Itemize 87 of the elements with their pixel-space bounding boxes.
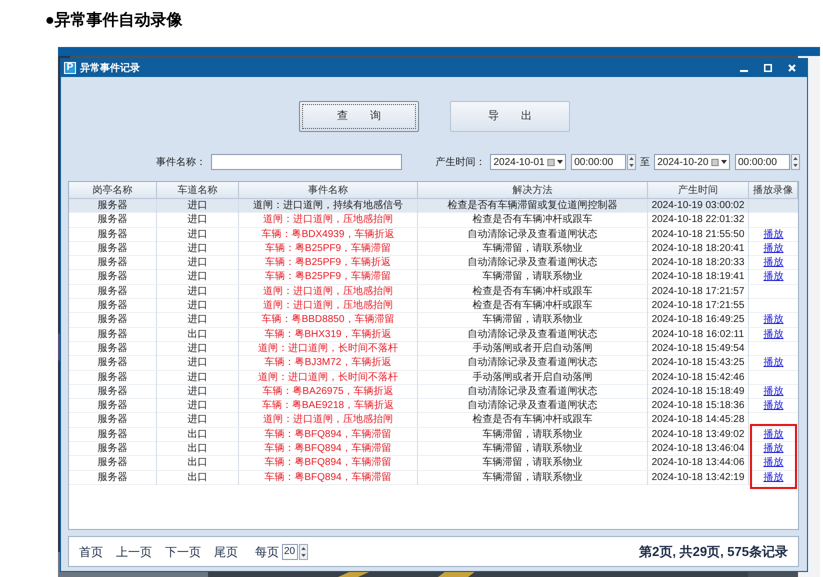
table-cell: 道闸：进口道闸，压地感抬闸 — [239, 213, 418, 228]
table-row[interactable]: 服务器 出口 车辆：粤BFQ894，车辆滞留 车辆滞留，请联系物业 2024-10-18 13:49:02 播放 — [69, 428, 798, 442]
table-row[interactable]: 服务器 出口 车辆：粤BFQ894，车辆滞留 车辆滞留，请联系物业 2024-10-18 13:44:06 播放 — [69, 456, 798, 471]
table-row[interactable]: 服务器 进口 车辆：粤BA26975，车辆折返 自动清除记录及查看道闸状态 2024-10-18 15:18:49 播放 — [69, 384, 798, 400]
table-cell: 出口 — [157, 456, 239, 470]
app-logo: P — [64, 62, 76, 74]
table-row[interactable]: 服务器 出口 车辆：粤BFQ894，车辆滞留 车辆滞留，请联系物业 2024-10-18 13:42:19 播放 — [69, 470, 798, 485]
table-cell: 进口 — [157, 413, 239, 428]
table-cell: 车辆：粤BBD8850，车辆滞留 — [239, 313, 418, 328]
table-cell: 服务器 — [69, 213, 157, 228]
export-button[interactable]: 导 出 — [450, 101, 570, 132]
table-cell: 检查是否有车辆冲杆或跟车 — [418, 213, 648, 228]
table-row[interactable]: 服务器 进口 车辆：粤B25PF9，车辆折返 自动清除记录及查看道闸状态 2024-10-18 18:20:33 播放 — [69, 256, 798, 270]
table-row[interactable]: 服务器 出口 车辆：粤BHX319，车辆折返 自动清除记录及查看道闸状态 2024-10-18 16:02:11 播放 — [69, 328, 798, 342]
table-cell: 车辆滞留，请联系物业 — [418, 470, 648, 485]
table-row[interactable]: 服务器 进口 道闸：进口道闸，压地感抬闸 检查是否有车辆冲杆或跟车 2024-10-18 14:45:28 — [69, 413, 798, 428]
play-link[interactable]: 播放 — [764, 314, 784, 326]
date-picker[interactable]: 2024-10-01 — [490, 154, 566, 170]
table-cell: 2024-10-18 13:42:19 — [648, 470, 749, 485]
table-cell: 2024-10-18 15:43:25 — [648, 356, 749, 370]
event-name-label: 事件名称： — [154, 156, 206, 170]
table-cell: 2024-10-18 16:49:25 — [648, 313, 749, 328]
play-link[interactable]: 播放 — [764, 428, 784, 441]
table-row[interactable]: 服务器 进口 道闸：进口道闸，持续有地感信号 检查是否有车辆滞留或复位道闸控制器 2024-10-19 03:00:02 — [69, 199, 798, 214]
table-cell: 自动清除记录及查看道闸状态 — [418, 356, 648, 370]
table-cell: 进口 — [157, 313, 239, 328]
table-cell: 服务器 — [69, 313, 157, 328]
table-cell: 进口 — [157, 356, 239, 370]
table-row[interactable]: 服务器 进口 车辆：粤BJ3M72，车辆折返 自动清除记录及查看道闸状态 2024-10-18 15:43:25 播放 — [69, 356, 798, 371]
table-cell: 车辆滞留，请联系物业 — [418, 456, 648, 470]
table-row[interactable]: 服务器 进口 车辆：粤B25PF9，车辆滞留 车辆滞留，请联系物业 2024-10-18 18:19:41 播放 — [69, 270, 798, 285]
date-picker[interactable]: 2024-10-20 — [654, 154, 730, 170]
play-link[interactable]: 播放 — [764, 271, 784, 284]
table-row[interactable]: 服务器 进口 车辆：粤BDX4939，车辆折返 自动清除记录及查看道闸状态 2024-10-18 21:55:50 播放 — [69, 228, 798, 242]
table-row[interactable]: 服务器 进口 车辆：粤B25PF9，车辆滞留 车辆滞留，请联系物业 2024-10-18 18:20:41 播放 — [69, 242, 798, 256]
play-link[interactable]: 播放 — [764, 472, 784, 484]
table-cell: 检查是否有车辆冲杆或跟车 — [418, 413, 648, 428]
table-row[interactable]: 服务器 出口 车辆：粤BFQ894，车辆滞留 车辆滞留，请联系物业 2024-10-18 13:46:04 播放 — [69, 442, 798, 456]
table-cell: 道闸：进口道闸，压地感抬闸 — [239, 413, 418, 428]
time-label: 产生时间： — [436, 156, 487, 170]
table-row[interactable]: 服务器 进口 道闸：进口道闸，长时间不落杆 手动落闸或者开启自动落闸 2024-10-18 15:49:54 — [69, 342, 798, 356]
table-cell: 服务器 — [69, 456, 157, 470]
page-summary: 第2页, 共29页, 575条记录 — [639, 542, 788, 561]
table-cell: 车辆：粤B25PF9，车辆滞留 — [239, 270, 418, 284]
table-cell: 服务器 — [69, 470, 157, 485]
play-link[interactable]: 播放 — [764, 257, 784, 270]
to-label: 至 — [640, 156, 650, 170]
pager-link[interactable]: 下一页 — [165, 542, 201, 560]
table-cell: 进口 — [157, 213, 239, 228]
table-row[interactable]: 服务器 进口 车辆：粤BAE9218，车辆折返 自动清除记录及查看道闸状态 2024-10-18 15:18:36 播放 — [69, 399, 798, 414]
query-button[interactable]: 查 询 — [299, 101, 419, 132]
play-link[interactable]: 播放 — [764, 400, 784, 412]
table-cell: 进口 — [157, 270, 239, 284]
table-cell: 车辆滞留，请联系物业 — [418, 270, 648, 284]
table-cell: 2024-10-18 14:45:28 — [648, 413, 749, 428]
table-cell: 服务器 — [69, 356, 157, 370]
table-row[interactable]: 服务器 进口 车辆：粤BBD8850，车辆滞留 车辆滞留，请联系物业 2024-10-18 16:49:25 播放 — [69, 313, 798, 328]
table-row[interactable]: 服务器 进口 道闸：进口道闸，长时间不落杆 手动落闸或者开启自动落闸 2024-10-18 15:42:46 — [69, 370, 798, 385]
play-link[interactable]: 播放 — [764, 443, 784, 456]
pager-link[interactable]: 首页 — [79, 542, 103, 560]
play-link[interactable]: 播放 — [764, 457, 784, 470]
section-heading: ●异常事件自动录像 — [45, 12, 183, 29]
window-title: 异常事件记录 — [80, 62, 141, 76]
table-cell: 出口 — [157, 470, 239, 485]
play-link[interactable]: 播放 — [764, 357, 784, 370]
table-row[interactable]: 服务器 进口 道闸：进口道闸，压地感抬闸 检查是否有车辆冲杆或跟车 2024-10-18 17:21:57 — [69, 284, 798, 300]
table-cell: 服务器 — [69, 413, 157, 428]
table-cell: 2024-10-18 18:19:41 — [648, 270, 749, 284]
per-page-label: 每页 — [255, 544, 279, 560]
table-cell: 车辆：粤BJ3M72，车辆折返 — [239, 356, 418, 370]
play-link[interactable]: 播放 — [764, 242, 784, 255]
per-page-field[interactable]: 20 — [282, 544, 298, 560]
table-row[interactable]: 服务器 进口 道闸：进口道闸，压地感抬闸 检查是否有车辆冲杆或跟车 2024-10-18 17:21:55 — [69, 299, 798, 314]
play-link[interactable]: 播放 — [764, 328, 784, 341]
table-cell: 车辆：粤BFQ894，车辆滞留 — [239, 470, 418, 485]
time-field[interactable]: 00:00:00 — [571, 154, 626, 170]
table-cell: 2024-10-18 13:44:06 — [648, 456, 749, 470]
pager-link[interactable]: 尾页 — [214, 542, 238, 560]
time-field[interactable]: 00:00:00 — [735, 154, 790, 170]
table-cell: 服务器 — [69, 270, 157, 284]
table-cell: 2024-10-18 22:01:32 — [648, 213, 749, 228]
play-link[interactable]: 播放 — [764, 228, 784, 241]
pager-link[interactable]: 上一页 — [116, 542, 152, 560]
table-cell: 车辆：粤BFQ894，车辆滞留 — [239, 456, 418, 470]
play-link[interactable]: 播放 — [764, 386, 784, 398]
table-cell: 车辆滞留，请联系物业 — [418, 313, 648, 328]
table-row[interactable]: 服务器 进口 道闸：进口道闸，压地感抬闸 检查是否有车辆冲杆或跟车 2024-10-18 22:01:32 — [69, 213, 798, 228]
